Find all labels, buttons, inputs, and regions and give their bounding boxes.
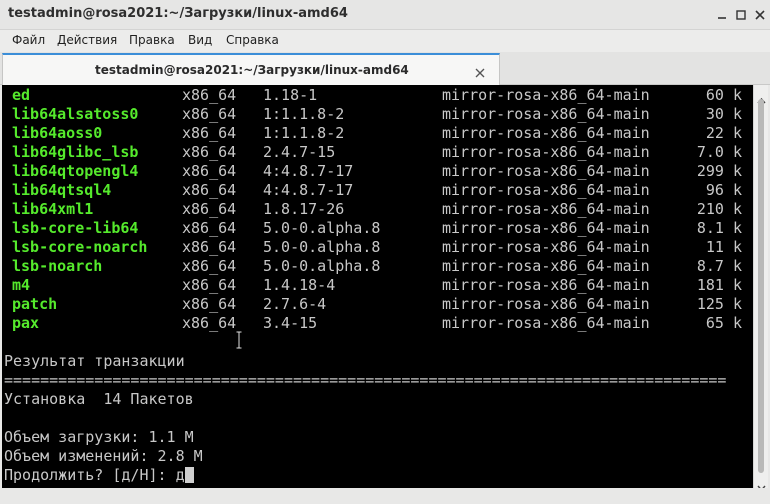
install-count: Установка 14 Пакетов	[4, 390, 194, 408]
package-size: 11 k	[705, 238, 742, 256]
menu-file[interactable]: Файл	[12, 33, 45, 47]
window-bottom-edge	[0, 488, 770, 504]
package-row: lsb-noarch x86_64 5.0-0.alpha.8 mirror-rosa…	[2, 257, 751, 276]
terminal-scrollbar[interactable]	[753, 85, 768, 492]
menu-help[interactable]: Справка	[226, 33, 279, 47]
package-size: 30 k	[705, 105, 742, 123]
tab-terminal[interactable]: testadmin@rosa2021:~/Загрузки/linux-amd6…	[2, 53, 500, 85]
package-size: 8.1 k	[696, 219, 742, 237]
package-row: lib64alsatoss0 x86_64 1:1.1.8-2 mirror-rosa…	[2, 105, 751, 124]
separator-line: ========================================…	[4, 371, 727, 389]
menu-view[interactable]: Вид	[188, 33, 212, 47]
package-size: 125 k	[696, 295, 742, 313]
scroll-down-icon[interactable]	[757, 477, 766, 492]
window-title: testadmin@rosa2021:~/Загрузки/linux-amd6…	[8, 6, 348, 21]
scroll-up-icon[interactable]	[757, 89, 766, 104]
package-size: 181 k	[696, 276, 742, 294]
package-size: 96 k	[705, 181, 742, 199]
package-size: 65 k	[705, 314, 742, 332]
package-row: lib64glibc_lsb x86_64 2.4.7-15 mirror-rosa-…	[2, 143, 751, 162]
package-row: m4 x86_64 1.4.18-4 mirror-rosa-x86_64-main 1…	[2, 276, 751, 295]
terminal-output[interactable]: ed x86_64 1.18-1 mirror-rosa-x86_64-main 60 …	[2, 85, 753, 488]
package-size: 22 k	[705, 124, 742, 142]
ibeam-cursor-icon	[236, 331, 242, 349]
menu-actions[interactable]: Действия	[57, 33, 117, 47]
download-size: Объем загрузки: 1.1 M	[4, 428, 194, 446]
tab-bar: testadmin@rosa2021:~/Загрузки/linux-amd6…	[0, 52, 770, 85]
close-icon[interactable]	[752, 7, 768, 23]
prompt-text: Продолжить? [д/Н]:	[4, 466, 176, 484]
package-row: lsb-core-noarch x86_64 5.0-0.alpha.8 mirror…	[2, 238, 751, 257]
package-row: ed x86_64 1.18-1 mirror-rosa-x86_64-main 60 …	[2, 86, 751, 105]
continue-prompt[interactable]: Продолжить? [д/Н]: д	[4, 466, 194, 485]
minimize-icon[interactable]	[714, 7, 730, 23]
maximize-icon[interactable]	[733, 7, 749, 23]
tab-label: testadmin@rosa2021:~/Загрузки/linux-amd6…	[95, 63, 409, 77]
installed-size: Объем изменений: 2.8 M	[4, 447, 203, 465]
package-row: pax x86_64 3.4-15 mirror-rosa-x86_64-main 65…	[2, 314, 751, 333]
package-size: 7.0 k	[696, 143, 742, 161]
package-row: patch x86_64 2.7.6-4 mirror-rosa-x86_64-mai…	[2, 295, 751, 314]
prompt-input[interactable]: д	[176, 466, 185, 484]
summary-heading: Результат транзакции	[4, 352, 185, 370]
package-row: lib64xml1 x86_64 1.8.17-26 mirror-rosa-x86_…	[2, 200, 751, 219]
package-row: lib64qtopengl4 x86_64 4:4.8.7-17 mirror-ros…	[2, 162, 751, 181]
package-row: lib64qtsql4 x86_64 4:4.8.7-17 mirror-rosa-x…	[2, 181, 751, 200]
menu-bar: Файл Действия Правка Вид Справка	[0, 30, 770, 52]
window-titlebar[interactable]: testadmin@rosa2021:~/Загрузки/linux-amd6…	[0, 0, 770, 30]
package-size: 60 k	[705, 86, 742, 104]
menu-edit[interactable]: Правка	[129, 33, 175, 47]
package-size: 8.7 k	[696, 257, 742, 275]
package-row: lsb-core-lib64 x86_64 5.0-0.alpha.8 mirror-…	[2, 219, 751, 238]
package-size: 299 k	[696, 162, 742, 180]
text-cursor	[184, 467, 194, 483]
package-size: 210 k	[696, 200, 742, 218]
scrollbar-thumb[interactable]	[758, 99, 764, 473]
close-icon[interactable]	[474, 64, 486, 78]
package-row: lib64aoss0 x86_64 1:1.1.8-2 mirror-rosa-x86…	[2, 124, 751, 143]
